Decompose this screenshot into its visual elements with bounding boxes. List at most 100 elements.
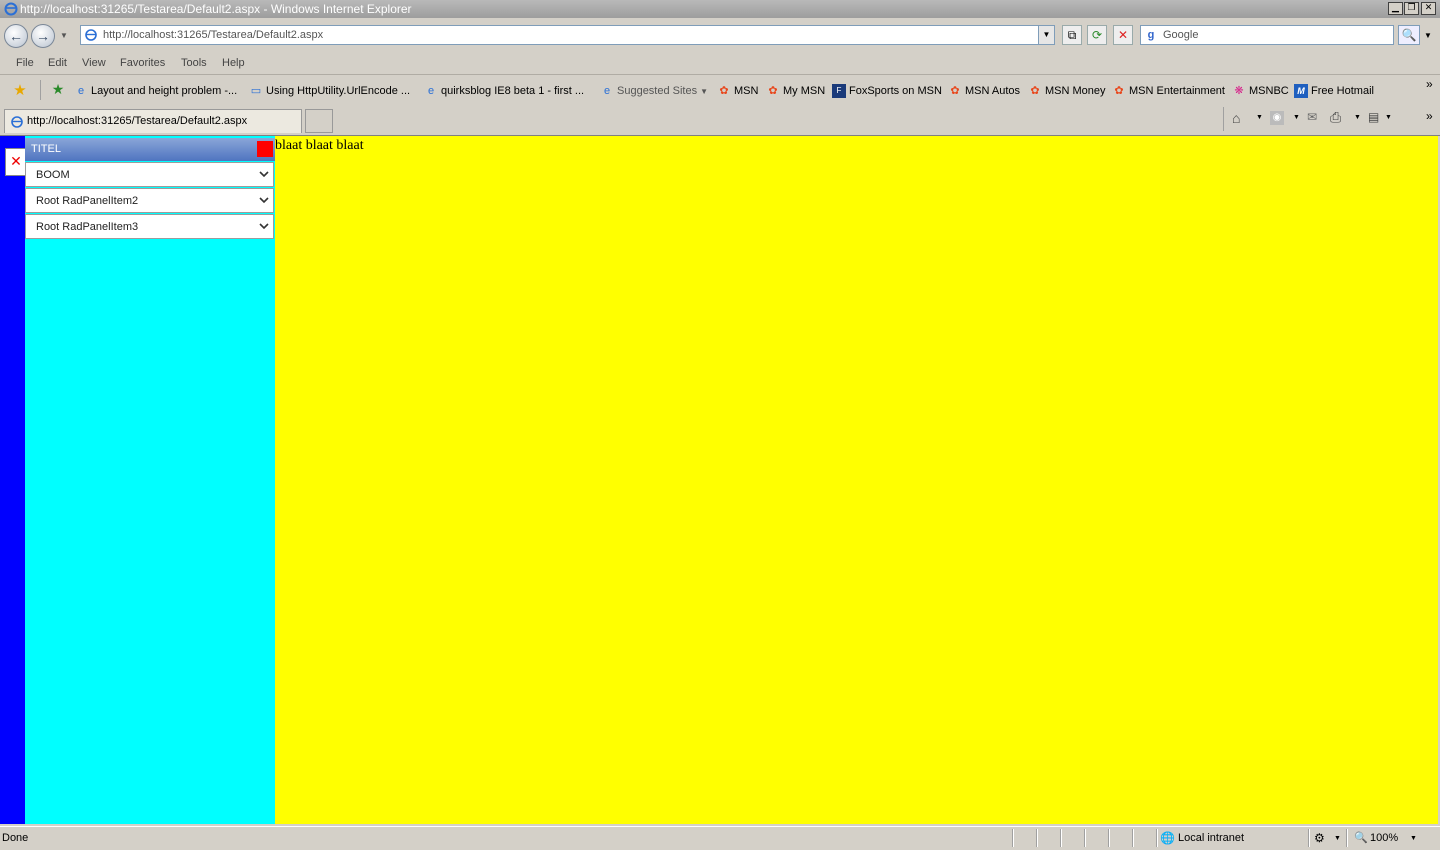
status-separator — [1156, 829, 1158, 847]
broken-image-icon: ✕ — [5, 148, 27, 176]
menu-help[interactable]: Help — [222, 57, 245, 69]
fav-my-msn[interactable]: ✿ My MSN — [766, 84, 825, 98]
menu-view[interactable]: View — [82, 57, 106, 69]
page-body-text: blaat blaat blaat — [275, 138, 364, 153]
zoom-level[interactable]: 100% — [1370, 832, 1398, 844]
zoom-dropdown-icon[interactable]: ▼ — [1410, 835, 1417, 842]
favorites-star-icon[interactable]: ★ — [8, 81, 32, 101]
address-bar[interactable]: http://localhost:31265/Testarea/Default2… — [80, 25, 1055, 45]
recent-pages-dropdown-icon[interactable]: ▼ — [60, 31, 68, 40]
refresh-icon[interactable]: ⟳ — [1087, 25, 1107, 45]
msnbc-peacock-icon: ❋ — [1234, 85, 1244, 97]
chevron-down-icon — [258, 194, 270, 206]
command-separator — [1223, 107, 1224, 131]
fav-msn-autos[interactable]: ✿ MSN Autos — [948, 84, 1020, 98]
minimize-button[interactable]: ▁ — [1388, 2, 1403, 15]
ie-page-icon: e — [77, 85, 85, 97]
compatibility-view-icon[interactable]: ⧉ — [1062, 25, 1082, 45]
msn-butterfly-icon: ✿ — [719, 85, 729, 97]
back-arrow-icon: ← — [9, 28, 23, 44]
fav-msn-money[interactable]: ✿ MSN Money — [1028, 84, 1105, 98]
fav-msn-entertainment[interactable]: ✿ MSN Entertainment — [1112, 84, 1225, 98]
stop-icon[interactable]: ✕ — [1113, 25, 1133, 45]
window-title: http://localhost:31265/Testarea/Default2… — [20, 2, 412, 16]
chevron-down-icon — [258, 168, 270, 180]
msn-butterfly-icon: ✿ — [768, 85, 778, 97]
status-bar: Done 🌐 Local intranet ⚙ ▼ 🔍 100% ▼ — [0, 826, 1440, 850]
menu-bar: File Edit View Favorites Tools Help — [0, 54, 1440, 75]
msn-butterfly-icon: ✿ — [950, 85, 960, 97]
fav-layout-height[interactable]: e Layout and height problem -... — [74, 84, 237, 98]
fav-quirksblog[interactable]: e quirksblog IE8 beta 1 - first ... — [424, 84, 584, 98]
page-ie-icon — [84, 28, 98, 42]
panel-item-root-2[interactable]: Root RadPanelItem2 — [25, 188, 274, 213]
status-separator — [1036, 829, 1038, 847]
back-button[interactable]: ← — [4, 24, 28, 48]
menu-edit[interactable]: Edit — [48, 57, 67, 69]
page-dropdown-icon[interactable]: ▼ — [1385, 114, 1392, 121]
chevron-down-icon: ▼ — [700, 86, 709, 96]
print-dropdown-icon[interactable]: ▼ — [1354, 114, 1361, 121]
fav-msn[interactable]: ✿ MSN — [717, 84, 758, 98]
address-dropdown-icon[interactable]: ▼ — [1038, 26, 1054, 44]
panel-item-boom[interactable]: BOOM — [25, 162, 274, 187]
status-text: Done — [2, 832, 29, 844]
fav-httputility[interactable]: ▭ Using HttpUtility.UrlEncode ... — [249, 84, 410, 98]
panel-close-button[interactable] — [257, 141, 273, 157]
fav-suggested-sites[interactable]: e Suggested Sites ▼ — [600, 84, 708, 98]
fav-msnbc[interactable]: ❋ MSNBC — [1232, 84, 1288, 98]
new-tab-button[interactable] — [305, 109, 333, 133]
search-input[interactable]: Google — [1163, 29, 1198, 41]
favorites-bar: ★ ★ e Layout and height problem -... ▭ Usi… — [0, 75, 1440, 105]
panel-item-label: Root RadPanelItem3 — [36, 221, 139, 233]
home-icon[interactable]: ⌂ — [1232, 110, 1240, 126]
blue-side-strip — [0, 136, 25, 824]
fav-foxsports[interactable]: F FoxSports on MSN — [832, 84, 942, 98]
close-window-button[interactable]: ✕ — [1421, 2, 1436, 15]
panel-title: TITEL — [31, 143, 61, 155]
feeds-icon[interactable]: ◉ — [1270, 111, 1284, 125]
status-separator — [1308, 829, 1310, 847]
rad-panel-bar: TITEL BOOM Root RadPanelItem2 Root RadPa… — [25, 136, 275, 824]
status-separator — [1132, 829, 1134, 847]
address-row: ← → ▼ http://localhost:31265/Testarea/De… — [0, 18, 1440, 54]
msn-butterfly-icon: ✿ — [1114, 85, 1124, 97]
search-options-icon[interactable]: ▼ — [1424, 31, 1432, 40]
intranet-globe-icon: 🌐 — [1160, 831, 1175, 845]
tab-default2[interactable]: http://localhost:31265/Testarea/Default2… — [4, 109, 302, 133]
mail-icon[interactable]: ✉ — [1307, 110, 1317, 124]
feeds-dropdown-icon[interactable]: ▼ — [1293, 114, 1300, 121]
add-favorites-icon[interactable]: ★ — [48, 81, 68, 101]
menu-favorites[interactable]: Favorites — [120, 57, 165, 69]
menu-file[interactable]: File — [16, 57, 34, 69]
panel-item-label: BOOM — [36, 169, 70, 181]
address-url[interactable]: http://localhost:31265/Testarea/Default2… — [103, 29, 323, 41]
restore-button[interactable]: ❐ — [1404, 2, 1419, 15]
msn-butterfly-icon: ✿ — [1030, 85, 1040, 97]
status-separator — [1084, 829, 1086, 847]
fav-free-hotmail[interactable]: M Free Hotmail — [1294, 84, 1374, 98]
page-icon: ▭ — [250, 85, 262, 97]
zoom-icon[interactable]: 🔍 — [1354, 831, 1368, 844]
foxsports-icon: F — [832, 84, 846, 98]
home-dropdown-icon[interactable]: ▼ — [1256, 114, 1263, 121]
forward-button[interactable]: → — [31, 24, 55, 48]
suggested-sites-icon: e — [603, 85, 611, 97]
search-button[interactable]: 🔍 — [1398, 25, 1420, 45]
security-zone[interactable]: Local intranet — [1178, 832, 1244, 844]
favorites-separator — [40, 80, 41, 100]
protected-mode-icon[interactable]: ⚙ — [1314, 831, 1325, 845]
panel-item-root-3[interactable]: Root RadPanelItem3 — [25, 214, 274, 239]
search-box[interactable]: g Google — [1140, 25, 1394, 45]
chevron-down-icon[interactable]: ▼ — [1334, 835, 1341, 842]
status-separator — [1060, 829, 1062, 847]
status-separator — [1346, 829, 1348, 847]
status-separator — [1108, 829, 1110, 847]
favorites-overflow-icon[interactable]: » — [1426, 77, 1433, 91]
menu-tools[interactable]: Tools — [181, 57, 207, 69]
print-icon[interactable]: ⎙ — [1330, 109, 1341, 126]
page-content: ✕ TITEL BOOM Root RadPanelItem2 Root Rad… — [0, 136, 1440, 824]
command-overflow-icon[interactable]: » — [1426, 109, 1433, 123]
page-menu-icon[interactable]: ▤ — [1368, 110, 1379, 124]
ie-page-icon: e — [427, 85, 435, 97]
